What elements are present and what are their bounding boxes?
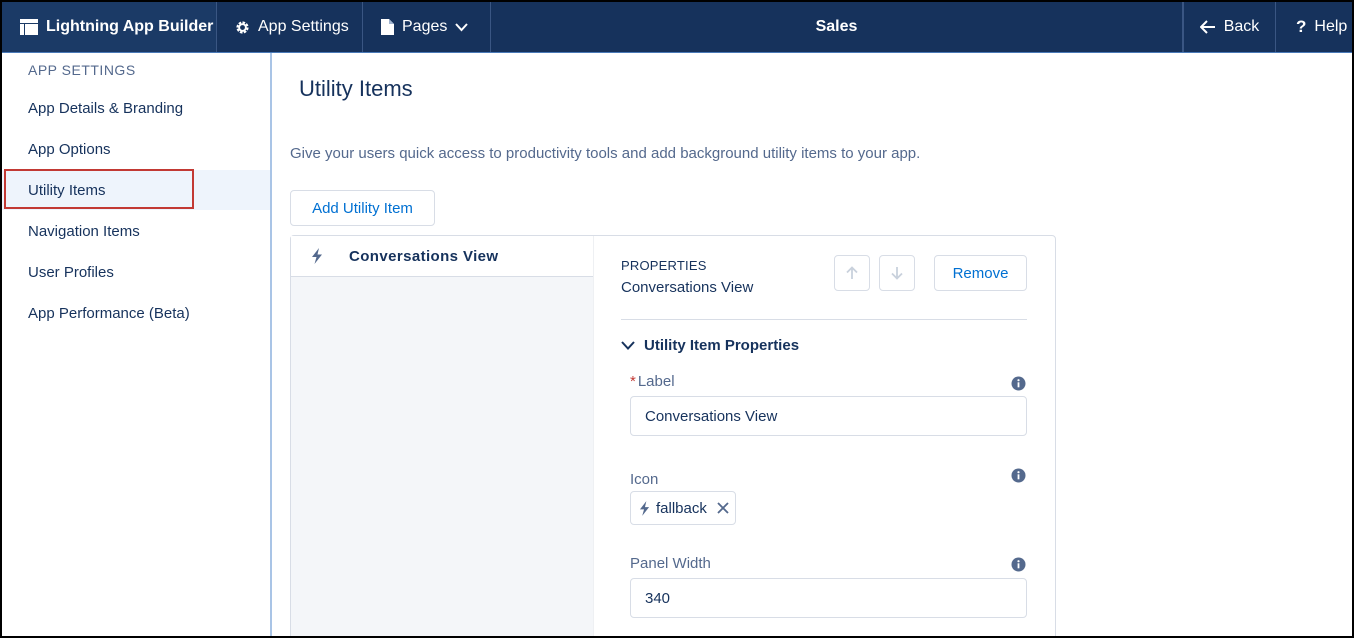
list-item[interactable]: Conversations View bbox=[291, 236, 593, 277]
utility-items-panel: Conversations View PROPERTIES Conversati… bbox=[290, 235, 1056, 636]
panel-width-input[interactable] bbox=[630, 578, 1027, 618]
chevron-down-icon bbox=[455, 22, 469, 31]
pages-label: Pages bbox=[402, 18, 448, 35]
label-field-text: Label bbox=[637, 373, 675, 390]
main-content: Utility Items Give your users quick acce… bbox=[272, 53, 1352, 636]
label-input[interactable] bbox=[630, 396, 1027, 436]
add-utility-item-button[interactable]: Add Utility Item bbox=[290, 190, 435, 226]
top-bar: Lightning App Builder App Settings Pages… bbox=[2, 2, 1352, 52]
app-name: Sales bbox=[491, 2, 1183, 52]
back-label: Back bbox=[1223, 18, 1260, 35]
label-field-label: * Label bbox=[630, 373, 675, 390]
gear-icon bbox=[236, 20, 249, 34]
sidebar: APP SETTINGS App Details & Branding App … bbox=[2, 53, 272, 636]
properties-heading: PROPERTIES bbox=[621, 258, 707, 273]
remove-button[interactable]: Remove bbox=[934, 255, 1027, 291]
lightning-bolt-icon bbox=[312, 248, 322, 264]
sidebar-item-label: App Options bbox=[28, 140, 111, 158]
sidebar-item-label: User Profiles bbox=[28, 263, 114, 281]
sidebar-item-label: Navigation Items bbox=[28, 222, 140, 240]
info-icon[interactable] bbox=[1011, 557, 1026, 572]
arrow-down-icon bbox=[891, 267, 903, 280]
app-name-label: Sales bbox=[815, 18, 858, 35]
app-frame: Lightning App Builder App Settings Pages… bbox=[0, 0, 1354, 638]
back-button[interactable]: Back bbox=[1183, 2, 1276, 52]
required-marker: * bbox=[630, 373, 636, 390]
properties-item-name: Conversations View bbox=[621, 279, 754, 296]
selection-highlight bbox=[4, 169, 194, 209]
panel-width-label: Panel Width bbox=[630, 555, 711, 572]
app-builder-icon bbox=[20, 19, 38, 35]
sidebar-heading: APP SETTINGS bbox=[28, 62, 136, 78]
page-icon bbox=[381, 19, 394, 35]
arrow-up-icon bbox=[846, 266, 858, 279]
page-title: Utility Items bbox=[299, 76, 413, 101]
section-title: Utility Item Properties bbox=[644, 337, 800, 354]
move-up-button[interactable] bbox=[834, 255, 870, 291]
lightning-bolt-icon bbox=[639, 500, 650, 516]
icon-field-label: Icon bbox=[630, 471, 659, 488]
pill-remove-button[interactable] bbox=[717, 502, 729, 514]
close-icon bbox=[717, 502, 729, 514]
help-button[interactable]: ? Help bbox=[1276, 2, 1352, 52]
icon-pill-label: fallback bbox=[656, 499, 707, 517]
sidebar-item-label: App Performance (Beta) bbox=[28, 304, 190, 322]
sidebar-item-navigation-items[interactable]: Navigation Items bbox=[2, 211, 270, 251]
move-down-button[interactable] bbox=[879, 255, 915, 291]
help-label: Help bbox=[1314, 18, 1348, 35]
chevron-down-icon bbox=[621, 341, 635, 350]
sidebar-item-app-options[interactable]: App Options bbox=[2, 129, 270, 169]
app-settings-label: App Settings bbox=[258, 18, 349, 35]
section-toggle[interactable]: Utility Item Properties bbox=[621, 337, 799, 354]
list-item-label: Conversations View bbox=[349, 247, 499, 265]
app-settings-button[interactable]: App Settings bbox=[217, 2, 363, 52]
utility-item-list: Conversations View bbox=[291, 236, 594, 636]
sidebar-item-user-profiles[interactable]: User Profiles bbox=[2, 252, 270, 292]
page-description: Give your users quick access to producti… bbox=[290, 145, 921, 162]
sidebar-item-app-details[interactable]: App Details & Branding bbox=[2, 88, 270, 128]
sidebar-item-label: App Details & Branding bbox=[28, 99, 184, 117]
pages-menu[interactable]: Pages bbox=[363, 2, 491, 52]
info-icon[interactable] bbox=[1011, 468, 1026, 483]
arrow-left-icon bbox=[1199, 20, 1215, 34]
icon-pill[interactable]: fallback bbox=[630, 491, 736, 525]
info-icon[interactable] bbox=[1011, 376, 1026, 391]
question-icon: ? bbox=[1296, 17, 1307, 36]
brand-label: Lightning App Builder bbox=[46, 18, 214, 35]
sidebar-item-app-performance[interactable]: App Performance (Beta) bbox=[2, 293, 270, 333]
brand: Lightning App Builder bbox=[2, 2, 217, 52]
divider bbox=[621, 319, 1027, 320]
